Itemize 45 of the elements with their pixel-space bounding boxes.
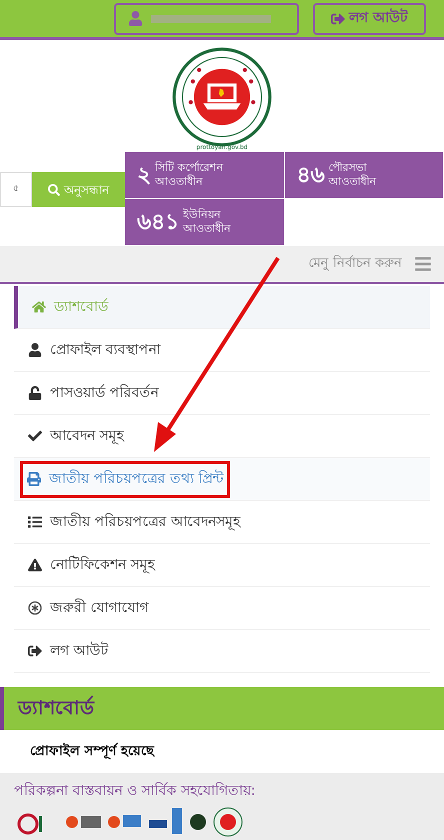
footer-text: পরিকল্পনা বাস্তবায়ন ও সার্বিক সহযোগিতায়: [14,781,257,801]
menu-item-icon [32,300,46,314]
menu-item-label: আবেদন সমূহ [50,426,124,446]
menu-item-label: লগ আউট [50,640,108,660]
dashboard-title: ড্যাশবোর্ড [18,694,94,722]
menu-bar-label: মেনু নির্বাচন করুন [308,254,402,274]
menu-item-label: জরুরী যোগাযোগ [50,598,148,618]
menu-item[interactable]: জাতীয় পরিচয়পত্রের তথ্য প্রিন্ট [14,458,430,501]
menu-item-icon [28,343,42,357]
stat-label: আওতাধীন [328,175,376,189]
menu-item[interactable]: প্রোফাইল ব্যবস্থাপনা [14,329,430,372]
menu-item-label: নোটিফিকেশন সমূহ [50,554,154,576]
search-icon [48,184,60,196]
menu-item-icon [28,429,42,443]
menu-item-label: পাসওয়ার্ড পরিবর্তন [50,383,158,402]
menu-item-icon [27,472,41,486]
menu-item-icon [28,558,42,572]
menu-item[interactable]: নোটিফিকেশন সমূহ [14,544,430,587]
menu-item-label: ড্যাশবোর্ড [54,297,108,316]
menu-item-icon [28,386,42,400]
menu-item-label: জাতীয় পরিচয়পত্রের তথ্য প্রিন্ট [49,468,224,488]
stat-number: ৪৬ [296,162,324,190]
profile-button[interactable] [114,2,299,34]
menu-item[interactable]: জরুরী যোগাযোগ [14,587,430,630]
menu-icon[interactable] [414,255,432,273]
stat-label: পৌরসভা [328,161,368,174]
menu-item[interactable]: লগ আউট [14,630,430,673]
stat-label: সিটি কর্পোরেশন [155,161,224,174]
stat-label: ইউনিয়ন [183,208,222,222]
asterisk-circle-icon [28,601,42,615]
stat-label: আওতাধীন [183,222,231,236]
menu-item-label: জাতীয় পরিচয়পত্রের আবেদনসমূহ [50,512,240,532]
stat-number: ৬৪১ [137,208,179,236]
logout-icon [331,12,346,26]
stat-number: ২ [137,162,151,190]
user-icon [128,11,143,26]
menu-item-icon [28,644,42,658]
stat-label: আওতাধীন [155,175,204,189]
profile-status-text: প্রোফাইল সম্পূর্ণ হয়েছে [30,742,154,762]
search-field[interactable]: ৫ [0,172,32,207]
emblem-logo-icon [170,45,274,149]
menu-item-label: প্রোফাইল ব্যবস্থাপনা [50,340,160,360]
menu-item-icon [28,515,42,529]
menu-item[interactable]: পাসওয়ার্ড পরিবর্তন [14,372,430,415]
menu-item[interactable]: জাতীয় পরিচয়পত্রের আবেদনসমূহ [14,501,430,544]
